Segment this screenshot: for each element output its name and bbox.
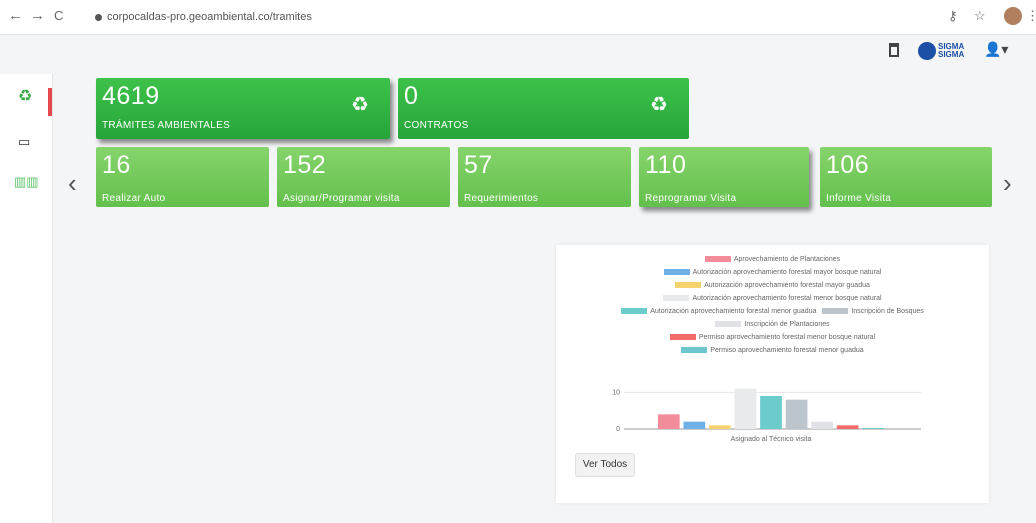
ver-todos-button[interactable]: Ver Todos [575, 453, 635, 477]
x-axis-label: Asignado al Técnico visita [731, 436, 812, 443]
card-label: CONTRATOS [404, 120, 469, 131]
sidebar-item-tramites[interactable]: ♻ [18, 86, 32, 106]
card-value: 110 [645, 151, 687, 179]
back-arrow-icon[interactable]: ← [8, 7, 23, 24]
browser-toolbar: ← → C corpocaldas-pro.geoambiental.co/tr… [0, 0, 1036, 35]
lock-icon [95, 13, 102, 21]
card-tramites-ambientales[interactable]: 4619 TRÁMITES AMBIENTALES ♻ [96, 78, 390, 139]
user-menu-icon[interactable]: 👤▾ [984, 41, 1008, 58]
card-value: 57 [464, 151, 493, 179]
chart-icon[interactable]: ▥▥ [14, 174, 39, 190]
card-label: Reprogramar Visita [645, 193, 737, 204]
brand-logo: SIGMA SIGMA [918, 42, 964, 60]
card-label: Requerimientos [464, 193, 539, 204]
y-tick-label: 0 [616, 426, 620, 433]
card-label: Asignar/Programar visita [283, 193, 400, 204]
chart-bar[interactable] [709, 425, 731, 429]
folder-icon[interactable]: ▭ [18, 134, 30, 150]
card-label: TRÁMITES AMBIENTALES [102, 120, 231, 131]
star-icon[interactable]: ☆ [974, 8, 986, 24]
card-informe-visita[interactable]: 106 Informe Visita [820, 147, 992, 207]
card-value: 4619 [102, 82, 160, 110]
chart-bar[interactable] [683, 421, 706, 429]
key-icon[interactable]: ⚷ [948, 8, 958, 24]
card-value: 0 [404, 82, 419, 110]
card-label: Realizar Auto [102, 193, 166, 204]
card-value: 152 [283, 151, 327, 179]
card-asignar-programar-visita[interactable]: 152 Asignar/Programar visita [277, 147, 450, 207]
sidebar-active-indicator [48, 88, 52, 116]
app-header [0, 34, 1036, 74]
y-tick-label: 10 [612, 389, 620, 396]
reload-icon[interactable]: C [54, 8, 63, 23]
card-contratos[interactable]: 0 CONTRATOS ♻ [398, 78, 689, 139]
brand-text: SIGMA SIGMA [938, 42, 965, 59]
card-reprogramar-visita[interactable]: 110 Reprogramar Visita [639, 147, 809, 207]
trash-icon[interactable] [889, 43, 899, 57]
url-text: corpocaldas-pro.geoambiental.co/tramites [107, 11, 312, 23]
card-label: Informe Visita [826, 193, 892, 204]
chart-bar[interactable] [785, 399, 808, 429]
chart-bar[interactable] [862, 427, 885, 429]
sidebar: ♻ ▭ ▥▥ [0, 74, 53, 523]
forward-arrow-icon[interactable]: → [30, 7, 45, 24]
browser-menu-icon[interactable]: ⋮ [1026, 8, 1036, 24]
carousel-prev-arrow-icon[interactable]: ‹ [68, 170, 77, 196]
globe-icon [918, 42, 936, 60]
browser-profile-avatar[interactable] [1004, 7, 1022, 25]
chart-bar[interactable] [760, 396, 782, 429]
chart-bar[interactable] [657, 414, 680, 429]
chart-bar[interactable] [836, 425, 859, 429]
card-value: 106 [826, 151, 870, 179]
recycle-icon: ♻ [351, 94, 369, 116]
chart-bar[interactable] [734, 388, 757, 429]
card-value: 16 [102, 151, 131, 179]
address-bar[interactable]: corpocaldas-pro.geoambiental.co/tramites [95, 8, 935, 26]
recycle-icon: ♻ [650, 94, 668, 116]
card-realizar-auto[interactable]: 16 Realizar Auto [96, 147, 269, 207]
chart-bar[interactable] [811, 421, 833, 429]
card-requerimientos[interactable]: 57 Requerimientos [458, 147, 631, 207]
carousel-next-arrow-icon[interactable]: › [1003, 170, 1012, 196]
